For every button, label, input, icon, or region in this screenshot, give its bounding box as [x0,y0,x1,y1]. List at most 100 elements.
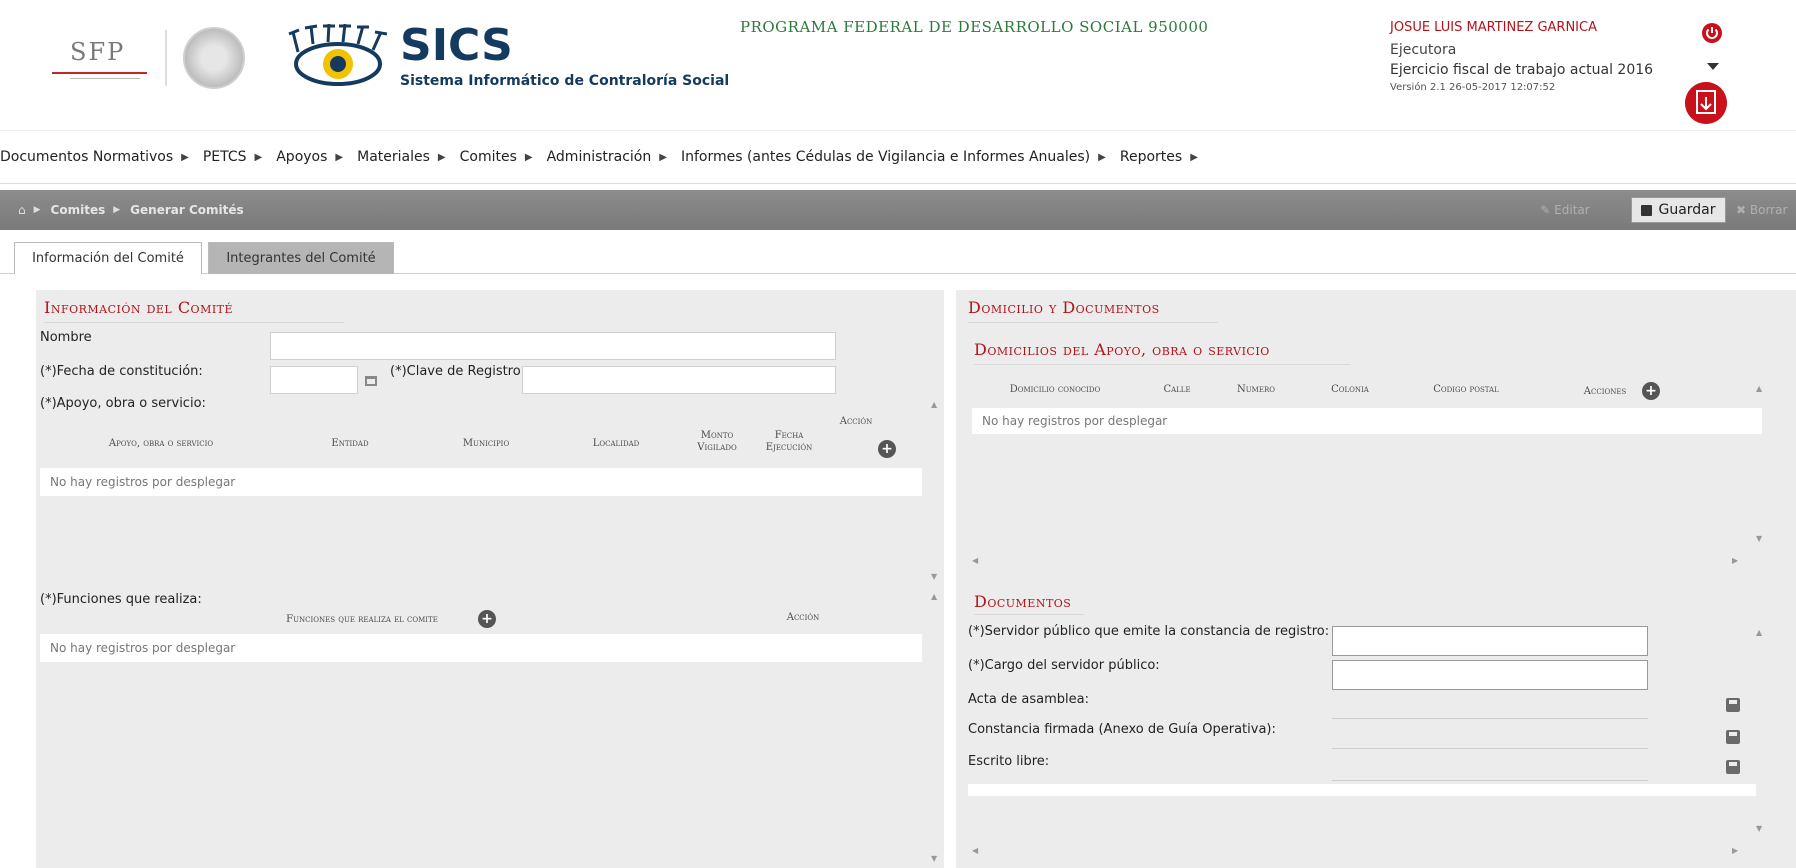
user-menu-chevron-down-icon[interactable] [1707,63,1719,70]
col-localidad[interactable]: Localidad [568,438,664,450]
chevron-right-icon: ▶ [335,151,344,163]
menu-item-label: Apoyos [276,149,328,165]
menu-item-petcs[interactable]: PETCS ▶ [203,149,262,165]
borrar-label: Borrar [1749,203,1788,217]
scroll-down-icon[interactable]: ▼ [931,854,937,863]
scroll-up-icon[interactable]: ▲ [1756,384,1762,393]
scroll-right-icon[interactable]: ▶ [1732,846,1738,855]
title-underline [974,364,1350,365]
manual-download-icon[interactable] [1685,82,1727,124]
menu-item-materiales[interactable]: Materiales ▶ [357,149,446,165]
add-funcion-plus-icon[interactable]: + [478,610,496,628]
sfp-logo: SFP [22,20,152,96]
title-underline [974,614,1084,615]
upload-constancia-save-icon[interactable] [1726,730,1740,744]
calendar-icon[interactable] [364,374,378,386]
documentos-title: Documentos [974,592,1072,611]
col-funciones[interactable]: Funciones que realiza el comite [252,614,472,626]
upload-escrito-save-icon[interactable] [1726,760,1740,774]
user-role: Ejecutora [1390,42,1457,58]
home-icon[interactable]: ⌂ [18,203,26,217]
add-domicilio-plus-icon[interactable]: + [1642,382,1660,400]
tab-integrantes-comite[interactable]: Integrantes del Comité [208,242,394,274]
cargo-servidor-input[interactable] [1332,660,1648,690]
scroll-down-icon[interactable]: ▼ [931,572,937,581]
breadcrumb-bar: ⌂ ▶ Comites ▶ Generar Comités ✎ Editar G… [0,190,1796,230]
mexico-seal-icon [183,27,245,89]
col-colonia[interactable]: Colonia [1320,384,1380,396]
chevron-right-icon: ▶ [1190,151,1198,163]
menu-item-label: Administración [546,149,652,165]
servidor-publico-input[interactable] [1332,626,1648,656]
user-ejercicio: Ejercicio fiscal de trabajo actual 2016 [1390,62,1654,78]
save-icon [1641,204,1653,216]
menu-item-comites[interactable]: Comites ▶ [460,149,533,165]
app-name: SICS [400,20,513,71]
chevron-right-icon: ▶ [1098,151,1106,163]
menu-item-label: Reportes [1119,149,1183,165]
servidor-publico-label: (*)Servidor público que emite la constan… [968,624,1330,639]
breadcrumb-comites[interactable]: Comites [51,203,106,217]
menu-item-informes[interactable]: Informes (antes Cédulas de Vigilancia e … [681,149,1106,165]
menu-item-administracion[interactable]: Administración ▶ [547,149,667,165]
menu-item-apoyos[interactable]: Apoyos ▶ [276,149,343,165]
escrito-libre-label: Escrito libre: [968,754,1050,769]
escrito-libre-field[interactable] [1332,780,1648,781]
editar-button[interactable]: ✎ Editar [1525,197,1605,223]
domicilios-apoyo-title: Domicilios del Apoyo, obra o servicio [974,340,1270,359]
logo-separator [165,30,167,86]
col-municipio[interactable]: Municipio [438,438,534,450]
col-funciones-accion[interactable]: Acción [778,612,828,624]
scroll-down-icon[interactable]: ▼ [1756,824,1762,833]
scroll-up-icon[interactable]: ▲ [1756,628,1762,637]
col-apoyo[interactable]: Apoyo, obra o servicio [56,438,266,450]
col-monto-vigilado[interactable]: Monto Vigilado [684,430,750,454]
acta-asamblea-label: Acta de asamblea: [968,692,1089,707]
user-name: JOSUE LUIS MARTINEZ GARNICA [1390,20,1597,35]
main-menu: Documentos Normativos ▶ PETCS ▶ Apoyos ▶ Ma… [0,130,1796,184]
menu-item-reportes[interactable]: Reportes ▶ [1120,149,1198,165]
upload-acta-save-icon[interactable] [1726,698,1740,712]
col-calle[interactable]: Calle [1152,384,1202,396]
menu-item-documentos-normativos[interactable]: Documentos Normativos ▶ [0,149,189,165]
user-version: Versión 2.1 26-05-2017 12:07:52 [1390,82,1556,93]
col-accion[interactable]: Acción [832,416,880,428]
chevron-right-icon: ▶ [437,151,446,163]
sfp-logo-stripe [52,72,147,74]
clave-registro-input[interactable] [522,366,836,394]
documentos-bottom-row [968,784,1756,796]
col-acciones[interactable]: Acciones [1570,386,1640,398]
sfp-logo-text: SFP [70,38,126,66]
col-fecha-ejecucion[interactable]: Fecha Ejecución [754,430,824,454]
col-codigo-postal[interactable]: Codigo postal [1416,384,1516,396]
menu-item-label: Comites [459,149,517,165]
col-numero[interactable]: Numero [1226,384,1286,396]
domicilio-empty-row: No hay registros por desplegar [972,408,1762,434]
fecha-constitucion-input[interactable] [270,366,358,394]
col-entidad[interactable]: Entidad [302,438,398,450]
chevron-right-icon: ▶ [113,205,121,215]
power-icon[interactable] [1701,22,1723,44]
col-domicilio-conocido[interactable]: Domicilio conocido [1000,384,1110,396]
constancia-firmada-field[interactable] [1332,748,1648,749]
guardar-label: Guardar [1658,202,1716,218]
scroll-down-icon[interactable]: ▼ [1756,534,1762,543]
add-apoyo-plus-icon[interactable]: + [878,440,896,458]
scroll-up-icon[interactable]: ▲ [931,592,937,601]
menu-item-label: Documentos Normativos [0,149,174,165]
funciones-empty-row: No hay registros por desplegar [40,634,922,662]
title-underline [44,322,344,323]
scroll-left-icon[interactable]: ◀ [972,846,978,855]
borrar-button[interactable]: ✖ Borrar [1730,197,1796,223]
scroll-up-icon[interactable]: ▲ [931,400,937,409]
cargo-servidor-label: (*)Cargo del servidor público: [968,658,1160,673]
scroll-left-icon[interactable]: ◀ [972,556,978,565]
scroll-right-icon[interactable]: ▶ [1732,556,1738,565]
guardar-button[interactable]: Guardar [1631,197,1726,223]
tab-informacion-comite[interactable]: Información del Comité [14,242,202,274]
sfp-logo-sub [70,78,140,92]
nombre-input[interactable] [270,332,836,360]
menu-item-label: Materiales [357,149,430,165]
acta-asamblea-field[interactable] [1332,718,1648,719]
menu-item-label: PETCS [202,149,247,165]
